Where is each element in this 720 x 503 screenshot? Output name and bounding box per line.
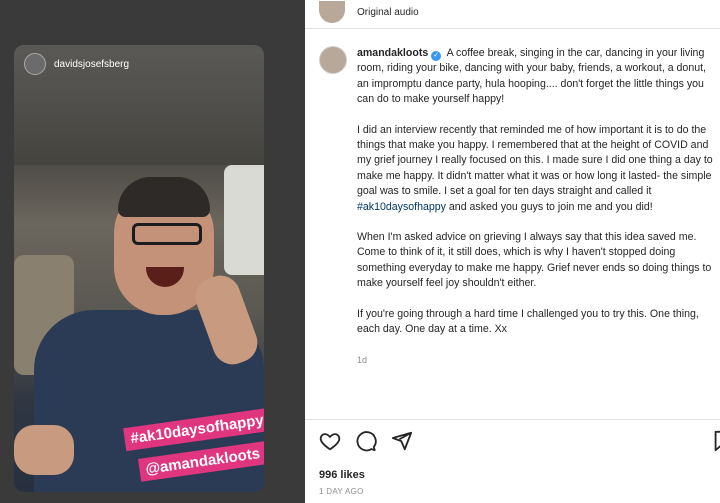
- caption-hashtag-link[interactable]: #ak10daysofhappy: [357, 201, 446, 213]
- person-hand-left: [14, 425, 74, 475]
- instagram-post-view: davidsjosefsberg #ak10daysofhappy @amand…: [0, 0, 720, 503]
- story-header: davidsjosefsberg: [24, 53, 129, 75]
- caption-paragraph-4: If you're going through a hard time I ch…: [357, 307, 699, 336]
- story-username[interactable]: davidsjosefsberg: [54, 59, 129, 70]
- caption-timestamp: 1d: [357, 354, 368, 365]
- like-count[interactable]: 996 likes: [319, 469, 365, 481]
- person-hair: [118, 177, 210, 217]
- caption-area: amandakloots ✓ A coffee break, singing in…: [319, 46, 715, 416]
- comment-icon[interactable]: [355, 430, 377, 452]
- share-icon[interactable]: [391, 430, 413, 452]
- heart-icon[interactable]: [319, 430, 341, 452]
- action-bar: [319, 430, 720, 454]
- caption-paragraph-3: When I'm asked advice on grieving I alwa…: [357, 231, 712, 290]
- story-avatar[interactable]: [24, 53, 46, 75]
- bookmark-icon[interactable]: [711, 430, 720, 452]
- author-avatar[interactable]: [319, 46, 347, 74]
- car-window: [224, 165, 264, 275]
- divider: [305, 419, 720, 420]
- media-area: davidsjosefsberg #ak10daysofhappy @amand…: [0, 0, 305, 503]
- person-glasses: [132, 223, 202, 245]
- verified-icon: ✓: [431, 51, 442, 61]
- author-username[interactable]: amandakloots: [357, 47, 428, 59]
- divider: [305, 28, 720, 29]
- audio-row: Original audio: [319, 0, 419, 24]
- caption-text: amandakloots ✓ A coffee break, singing in…: [357, 46, 715, 416]
- caption-paragraph-2-end: and asked you guys to join me and you di…: [448, 200, 653, 213]
- story-video[interactable]: davidsjosefsberg #ak10daysofhappy @amand…: [14, 45, 264, 492]
- original-audio-link[interactable]: Original audio: [357, 7, 419, 18]
- header-avatar[interactable]: [319, 1, 345, 23]
- post-panel: Original audio amandakloots ✓ A coffee br…: [305, 0, 720, 503]
- post-date: 1 DAY AGO: [319, 487, 364, 496]
- caption-paragraph-2: I did an interview recently that reminde…: [357, 123, 713, 198]
